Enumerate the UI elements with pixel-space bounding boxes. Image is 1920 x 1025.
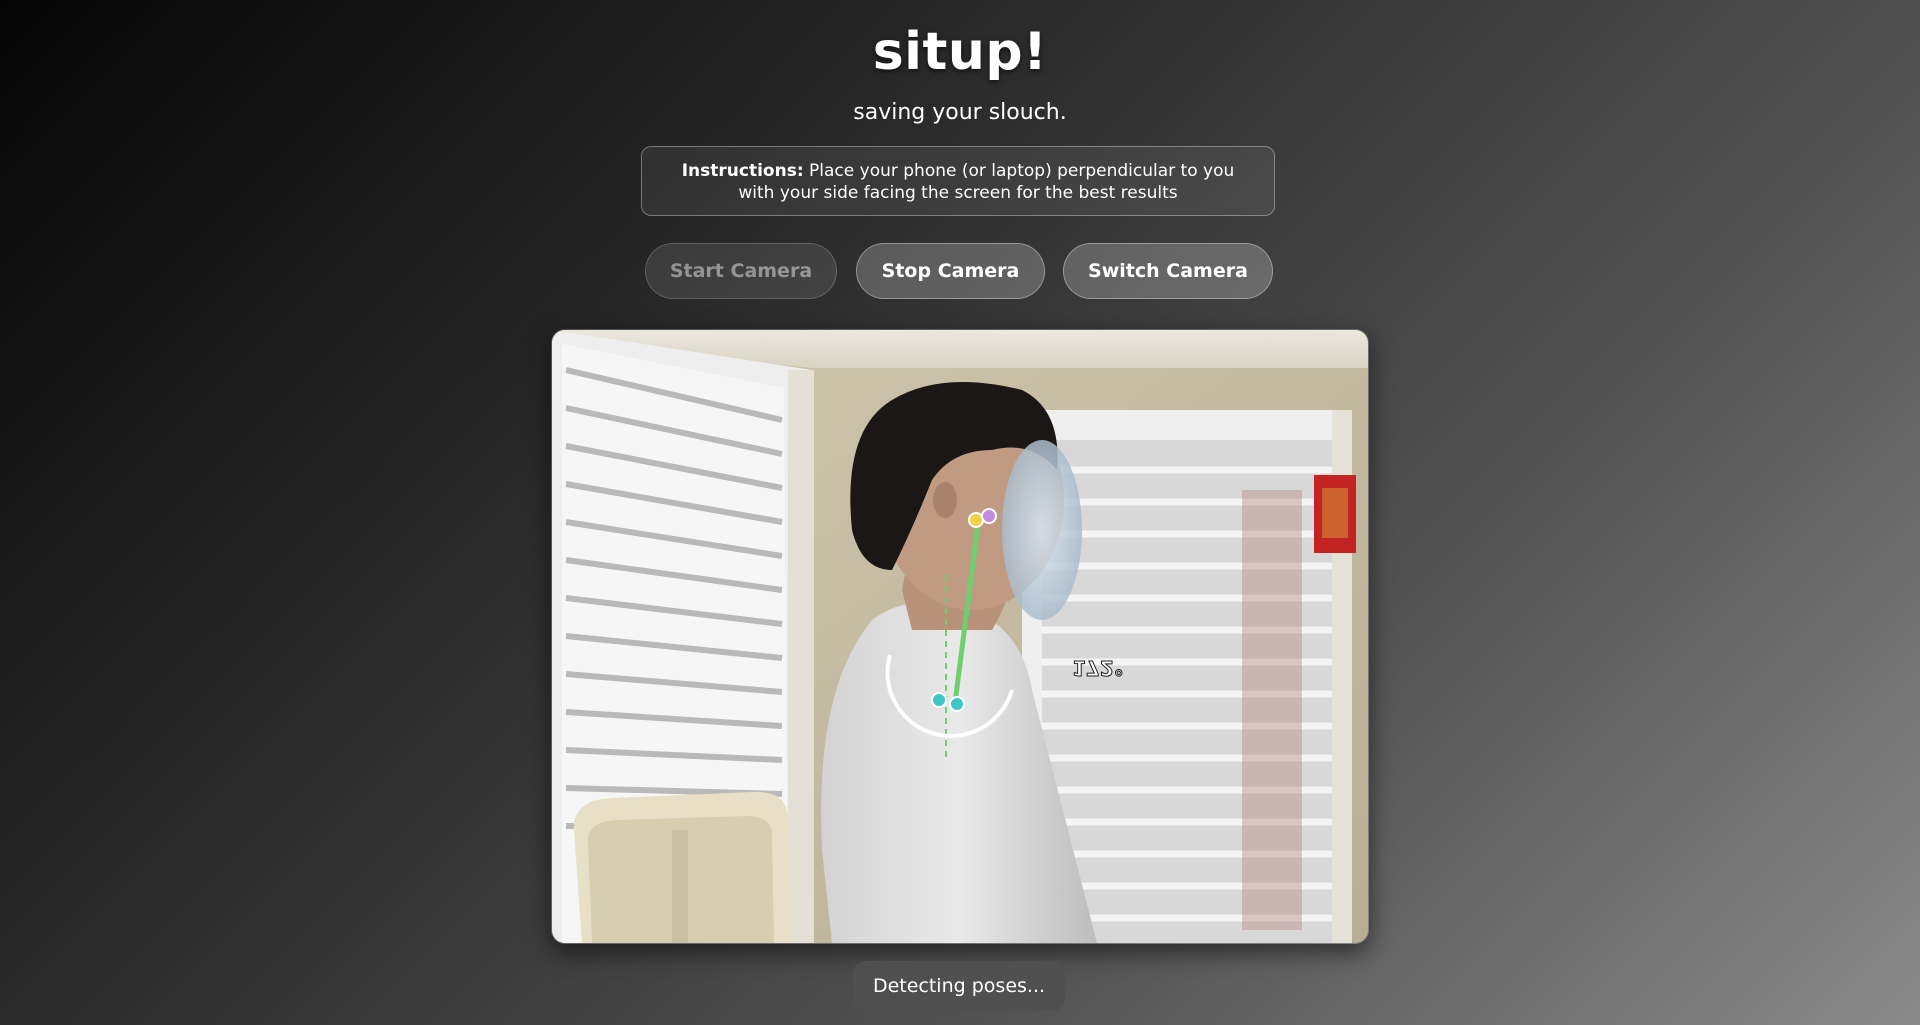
ear-point-left bbox=[968, 512, 984, 528]
switch-camera-button[interactable]: Switch Camera bbox=[1063, 243, 1273, 299]
start-camera-button[interactable]: Start Camera bbox=[645, 243, 837, 299]
angle-label: 172° bbox=[1072, 656, 1124, 680]
instructions-text: Place your phone (or laptop) perpendicul… bbox=[738, 161, 1235, 203]
status-indicator: Detecting poses... bbox=[853, 961, 1065, 1011]
stop-camera-button[interactable]: Stop Camera bbox=[856, 243, 1045, 299]
ear-point-right bbox=[981, 508, 997, 524]
person-ear bbox=[933, 482, 957, 518]
instructions-lead: Instructions: bbox=[681, 161, 804, 181]
camera-feed: 172° bbox=[551, 329, 1369, 944]
camera-video: 172° bbox=[552, 330, 1368, 943]
chair bbox=[573, 791, 792, 943]
instructions-box: Instructions: Place your phone (or lapto… bbox=[641, 146, 1275, 216]
blurred-face bbox=[1002, 440, 1082, 620]
shoulder-point-right bbox=[949, 696, 965, 712]
app-subtitle: saving your slouch. bbox=[853, 100, 1067, 125]
shoulder-point-left bbox=[931, 692, 947, 708]
app-title: situp! bbox=[872, 22, 1048, 82]
